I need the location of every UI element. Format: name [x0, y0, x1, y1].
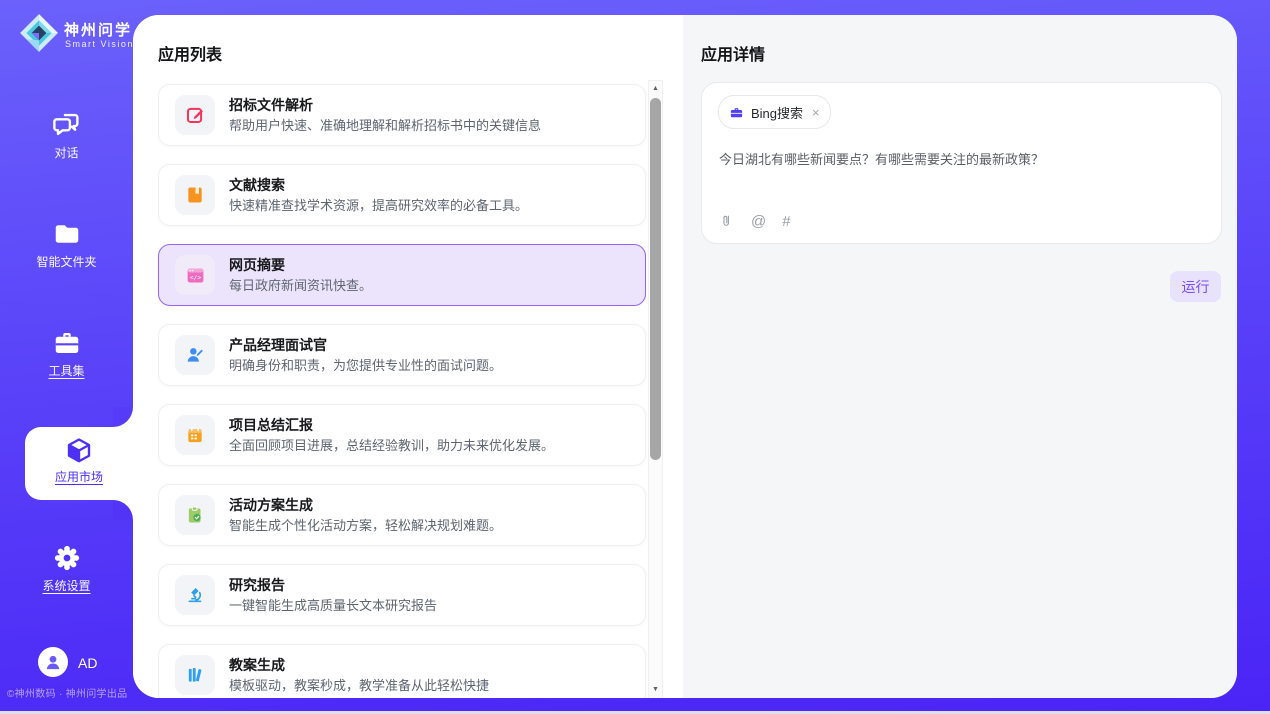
content-panel: 应用列表 招标文件解析 帮助用户快速、准确地理解和解析招标书中的关键信息 文献搜… — [133, 15, 1237, 698]
browser-code-icon: </> — [175, 255, 215, 295]
app-card-title: 招标文件解析 — [229, 97, 541, 114]
app-card-desc: 快速精准查找学术资源，提高研究效率的必备工具。 — [229, 198, 528, 214]
app-card-title: 网页摘要 — [229, 257, 372, 274]
app-card[interactable]: 项目总结汇报 全面回顾项目进展，总结经验教训，助力未来优化发展。 — [158, 404, 646, 466]
sidebar-item-label: 工具集 — [0, 362, 133, 379]
app-card-title: 活动方案生成 — [229, 497, 502, 514]
user-initials: AD — [78, 655, 97, 671]
sidebar-item-settings[interactable]: 系统设置 — [0, 543, 133, 594]
books-icon — [175, 655, 215, 695]
scroll-down-arrow[interactable]: ▼ — [649, 684, 662, 696]
app-card-desc: 全面回顾项目进展，总结经验教训，助力未来优化发展。 — [229, 438, 554, 454]
app-card[interactable]: 招标文件解析 帮助用户快速、准确地理解和解析招标书中的关键信息 — [158, 84, 646, 146]
brand-name: 神州问学 — [64, 19, 132, 40]
calendar-report-icon — [175, 415, 215, 455]
sidebar-item-app-market[interactable]: 应用市场 — [25, 427, 133, 500]
interviewer-icon — [175, 335, 215, 375]
document-edit-icon — [175, 95, 215, 135]
diamond-logo-icon — [18, 12, 60, 54]
prompt-card: Bing搜索 × 今日湖北有哪些新闻要点？有哪些需要关注的最新政策？ @ # — [701, 82, 1222, 244]
sidebar-item-label: 应用市场 — [25, 468, 133, 485]
tab-curve-top — [113, 407, 133, 427]
scroll-up-arrow[interactable]: ▲ — [649, 83, 662, 95]
app-card[interactable]: 研究报告 一键智能生成高质量长文本研究报告 — [158, 564, 646, 626]
sidebar-item-chat[interactable]: 对话 — [0, 110, 133, 161]
sidebar-item-label: 智能文件夹 — [0, 253, 133, 270]
sidebar-item-label: 系统设置 — [0, 577, 133, 594]
app-card[interactable]: 活动方案生成 智能生成个性化活动方案，轻松解决规划难题。 — [158, 484, 646, 546]
app-card-desc: 一键智能生成高质量长文本研究报告 — [229, 598, 437, 614]
prompt-text[interactable]: 今日湖北有哪些新闻要点？有哪些需要关注的最新政策？ — [719, 150, 1203, 169]
tab-curve-bottom — [113, 500, 133, 520]
cube-icon — [64, 436, 94, 466]
app-list-scrollbar[interactable]: ▲ ▼ — [648, 80, 663, 698]
app-card[interactable]: </> 网页摘要 每日政府新闻资讯快查。 — [158, 244, 646, 306]
app-card-list: 招标文件解析 帮助用户快速、准确地理解和解析招标书中的关键信息 文献搜索 快速精… — [158, 84, 646, 698]
app-card[interactable]: 教案生成 模板驱动，教案秒成，教学准备从此轻松快捷 — [158, 644, 646, 698]
chat-icon — [52, 110, 82, 140]
briefcase-icon — [729, 105, 744, 120]
app-card-desc: 每日政府新闻资讯快查。 — [229, 278, 372, 294]
sidebar-item-toolset[interactable]: 工具集 — [0, 328, 133, 379]
app-card-title: 项目总结汇报 — [229, 417, 554, 434]
hash-icon[interactable]: # — [782, 214, 790, 230]
gear-icon — [52, 543, 82, 573]
folder-icon — [52, 219, 82, 249]
at-icon[interactable]: @ — [751, 214, 766, 230]
paperclip-icon[interactable] — [720, 213, 735, 230]
copyright-text: ©神州数码 · 神州问学出品 — [7, 685, 127, 700]
app-card-desc: 智能生成个性化活动方案，轻松解决规划难题。 — [229, 518, 502, 534]
brand-tagline: Smart Vision — [65, 39, 134, 49]
app-detail-title: 应用详情 — [701, 41, 765, 65]
app-card[interactable]: 产品经理面试官 明确身份和职责，为您提供专业性的面试问题。 — [158, 324, 646, 386]
app-card-title: 文献搜索 — [229, 177, 528, 194]
app-detail-panel: 应用详情 Bing搜索 × 今日湖北有哪些新闻要点？有哪些需要关注的最新政策？ … — [683, 15, 1237, 698]
close-icon[interactable]: × — [812, 105, 820, 120]
app-card-desc: 帮助用户快速、准确地理解和解析招标书中的关键信息 — [229, 118, 541, 134]
app-card[interactable]: 文献搜索 快速精准查找学术资源，提高研究效率的必备工具。 — [158, 164, 646, 226]
app-card-title: 研究报告 — [229, 577, 437, 594]
svg-text:</>: </> — [189, 274, 201, 281]
scrollbar-thumb[interactable] — [650, 98, 661, 460]
app-card-desc: 模板驱动，教案秒成，教学准备从此轻松快捷 — [229, 678, 489, 694]
sidebar-item-smart-folder[interactable]: 智能文件夹 — [0, 219, 133, 270]
app-card-title: 教案生成 — [229, 657, 489, 674]
plugin-tag[interactable]: Bing搜索 × — [718, 95, 831, 129]
toolbox-icon — [52, 328, 82, 358]
microscope-icon — [175, 575, 215, 615]
book-icon — [175, 175, 215, 215]
app-list-title: 应用列表 — [158, 41, 222, 65]
run-button[interactable]: 运行 — [1170, 271, 1221, 302]
brand-logo — [18, 12, 60, 54]
avatar[interactable] — [38, 647, 68, 677]
person-icon — [42, 651, 64, 673]
prompt-toolbar: @ # — [720, 213, 791, 230]
sidebar-item-label: 对话 — [0, 144, 133, 161]
plugin-tag-label: Bing搜索 — [751, 103, 803, 122]
app-card-desc: 明确身份和职责，为您提供专业性的面试问题。 — [229, 358, 502, 374]
app-list-panel: 应用列表 招标文件解析 帮助用户快速、准确地理解和解析招标书中的关键信息 文献搜… — [133, 15, 683, 698]
app-card-title: 产品经理面试官 — [229, 337, 502, 354]
clipboard-check-icon — [175, 495, 215, 535]
